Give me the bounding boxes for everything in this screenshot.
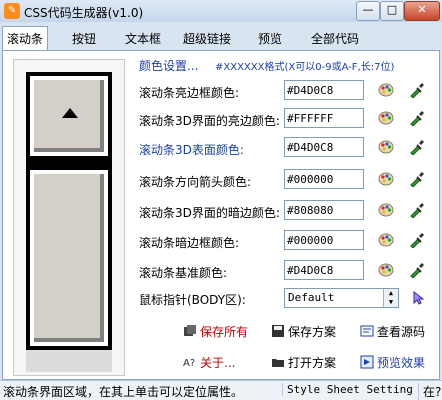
tab-preview[interactable]: 预览	[258, 30, 282, 48]
open-scheme-button[interactable]: 打开方案	[271, 354, 336, 371]
3d-shadow-color-input[interactable]: #808080	[284, 200, 364, 220]
eyedropper-icon[interactable]	[409, 82, 425, 98]
eyedropper-icon[interactable]	[409, 232, 425, 248]
save-scheme-button[interactable]: 保存方案	[271, 323, 336, 340]
palette-icon[interactable]	[378, 262, 394, 278]
scrollbar-panel: 颜色设置... #XXXXXX格式(X可以0-9或A-F,长:7位) 滚动条亮边…	[2, 50, 440, 380]
tab-scrollbar[interactable]: 滚动条	[2, 26, 49, 51]
window-title: CSS代码生成器(v1.0)	[24, 6, 144, 20]
cursor-select-value: Default	[288, 291, 335, 304]
row-label-arrow: 滚动条方向箭头颜色:	[139, 175, 252, 189]
eyedropper-icon[interactable]	[409, 139, 425, 155]
cursor-label: 鼠标指针(BODY区):	[139, 293, 246, 307]
status-hint: 滚动条界面区域，在其上单击可以定位属性。	[3, 385, 244, 399]
3d-highlight-color-input[interactable]: #FFFFFF	[284, 108, 364, 128]
row-label-3d-face: 滚动条3D表面颜色:	[139, 143, 244, 157]
preview-effect-button[interactable]: 预览效果	[360, 354, 425, 371]
svg-text:A?: A?	[183, 358, 195, 369]
view-source-label: 查看源码	[377, 325, 426, 339]
preview-arrow-face[interactable]	[34, 80, 104, 152]
app-window: ✎ CSS代码生成器(v1.0) — □ ✕ 滚动条 按钮 文本框 超级链接 预…	[0, 0, 442, 400]
preview-thumb[interactable]	[30, 170, 108, 346]
preview-arrow-button[interactable]	[30, 76, 108, 156]
palette-icon[interactable]	[378, 139, 394, 155]
status-bar: 滚动条界面区域，在其上单击可以定位属性。 Style Sheet Setting…	[0, 380, 442, 400]
row-label-base: 滚动条基准颜色:	[139, 266, 228, 280]
preview-track[interactable]	[26, 350, 112, 372]
row-label-3d-highlight: 滚动条3D界面的亮边颜色:	[139, 114, 280, 128]
tab-textbox[interactable]: 文本框	[125, 30, 161, 48]
palette-icon[interactable]	[378, 232, 394, 248]
eyedropper-icon[interactable]	[409, 262, 425, 278]
open-scheme-label: 打开方案	[288, 356, 337, 370]
eyedropper-icon[interactable]	[409, 171, 425, 187]
preview-thumb-face[interactable]	[34, 174, 104, 342]
cursor-select[interactable]: Default ▲ ▼	[284, 288, 399, 308]
close-button[interactable]: ✕	[404, 1, 440, 21]
save-all-icon	[184, 325, 196, 336]
view-source-button[interactable]: 查看源码	[360, 323, 425, 340]
tab-all-code[interactable]: 全部代码	[311, 30, 359, 48]
title-bar: ✎ CSS代码生成器(v1.0) — □ ✕	[0, 0, 442, 22]
3d-face-color-input[interactable]: #D4D0C8	[284, 137, 364, 157]
palette-icon[interactable]	[378, 202, 394, 218]
row-label-3d-shadow: 滚动条3D界面的暗边颜色:	[139, 206, 280, 220]
preview-icon	[360, 355, 374, 369]
preview-effect-label: 预览效果	[377, 356, 426, 370]
status-mode: Style Sheet Setting	[282, 383, 413, 396]
row-label-highlight: 滚动条亮边框颜色:	[139, 86, 240, 100]
palette-icon[interactable]	[378, 82, 394, 98]
open-folder-icon	[272, 359, 284, 367]
row-label-dark-shadow: 滚动条暗边框颜色:	[139, 236, 240, 250]
eyedropper-icon[interactable]	[409, 110, 425, 126]
tab-bar: 滚动条 按钮 文本框 超级链接 预览 全部代码	[0, 26, 442, 51]
save-all-label: 保存所有	[200, 325, 249, 339]
maximize-button[interactable]: □	[380, 1, 404, 21]
save-icon	[272, 325, 284, 337]
color-settings-label: 颜色设置...	[139, 59, 199, 73]
palette-icon[interactable]	[378, 110, 394, 126]
up-arrow-icon[interactable]	[62, 108, 78, 118]
spinner-icon[interactable]: ▲ ▼	[383, 289, 398, 307]
preview-scrollbar-frame[interactable]	[26, 72, 112, 350]
tab-hyperlink[interactable]: 超级链接	[183, 30, 231, 48]
scrollbar-preview[interactable]	[13, 59, 125, 376]
mouse-pointer-icon	[413, 291, 425, 305]
status-extra: 在?	[418, 383, 441, 400]
about-button[interactable]: A? 关于...	[183, 354, 235, 371]
eyedropper-icon[interactable]	[409, 202, 425, 218]
base-color-input[interactable]: #D4D0C8	[284, 260, 364, 280]
dark-shadow-color-input[interactable]: #000000	[284, 230, 364, 250]
highlight-color-input[interactable]: #D4D0C8	[284, 80, 364, 100]
tab-button[interactable]: 按钮	[72, 30, 96, 48]
save-scheme-label: 保存方案	[288, 325, 337, 339]
help-icon: A?	[183, 358, 195, 369]
about-label: 关于...	[200, 356, 236, 370]
arrow-color-input[interactable]: #000000	[284, 169, 364, 189]
color-format-hint: #XXXXXX格式(X可以0-9或A-F,长:7位)	[215, 62, 395, 73]
save-all-button[interactable]: 保存所有	[183, 323, 248, 340]
app-logo-icon: ✎	[4, 3, 20, 19]
palette-icon[interactable]	[378, 171, 394, 187]
minimize-button[interactable]: —	[356, 1, 380, 21]
source-code-icon	[360, 325, 374, 337]
